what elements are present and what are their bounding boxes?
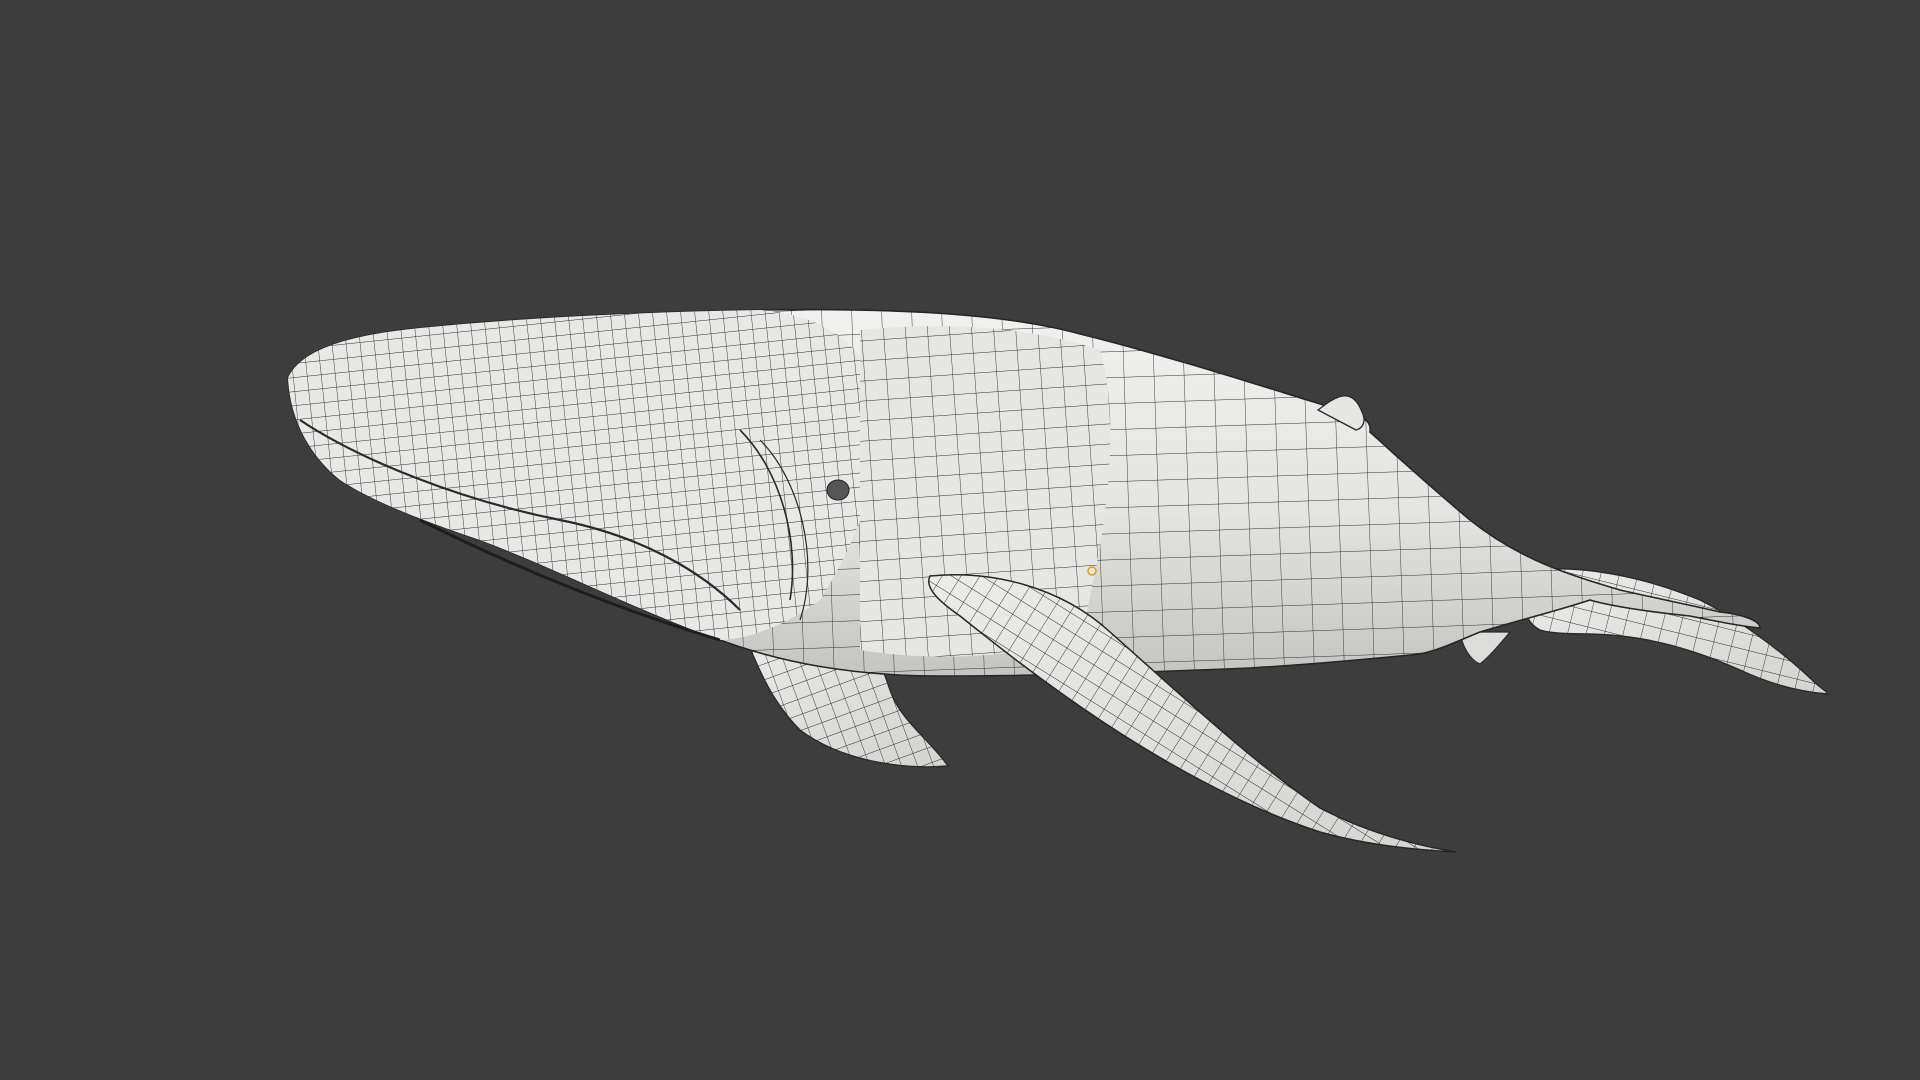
- viewport-canvas[interactable]: [0, 0, 1920, 1080]
- eye: [826, 479, 850, 501]
- 3d-viewport[interactable]: [0, 0, 1920, 1080]
